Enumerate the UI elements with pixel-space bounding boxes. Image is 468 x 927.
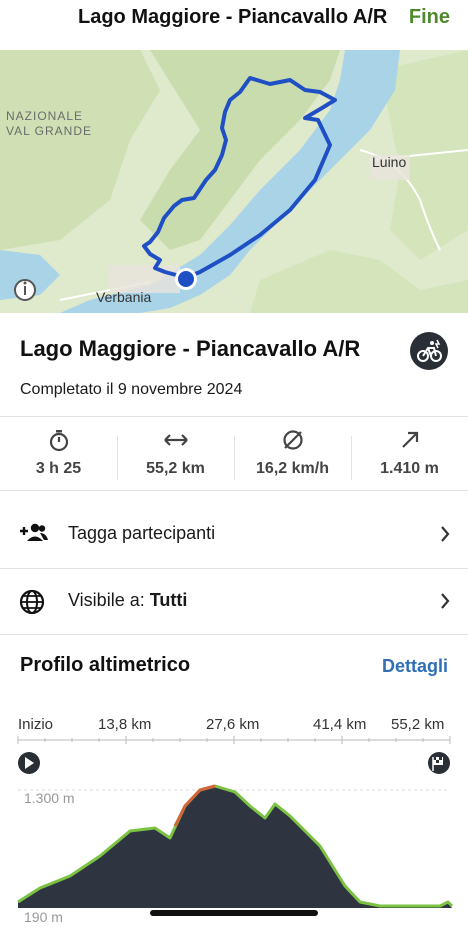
distance-icon — [117, 428, 234, 452]
map-label-luino: Luino — [372, 154, 406, 170]
elevation-profile-header: Profilo altimetrico Dettagli — [0, 646, 468, 686]
axis-tick-label: 41,4 km — [313, 716, 367, 733]
average-speed-icon — [234, 428, 351, 452]
map-label-verbania: Verbania — [96, 289, 151, 305]
visibility-label-text: Visibile a: — [68, 590, 145, 610]
stat-elevation: 1.410 m — [351, 418, 468, 490]
elevation-gain-icon — [351, 428, 468, 452]
y-min-label: 190 m — [24, 909, 63, 925]
chevron-right-icon — [440, 592, 450, 610]
chevron-right-icon — [440, 525, 450, 543]
top-bar: Lago Maggiore - Piancavallo A/R Fine — [0, 0, 468, 50]
globe-icon — [18, 588, 48, 615]
map-label-park: VAL GRANDE — [6, 124, 92, 138]
divider — [0, 490, 468, 491]
stats-row: 3 h 25 55,2 km 16,2 km/h 1.410 m — [0, 418, 468, 490]
axis-tick-label: 13,8 km — [98, 716, 152, 733]
info-icon[interactable] — [14, 279, 36, 301]
details-link[interactable]: Dettagli — [382, 656, 448, 677]
route-map[interactable]: NAZIONALE VAL GRANDE Luino Verbania — [0, 50, 468, 313]
activity-title: Lago Maggiore - Piancavallo A/R — [20, 336, 361, 361]
tag-participants-label: Tagga partecipanti — [68, 523, 216, 543]
stat-duration: 3 h 25 — [0, 418, 117, 490]
visibility-value: Tutti — [149, 590, 188, 610]
stat-speed: 16,2 km/h — [234, 418, 351, 490]
stat-value: 55,2 km — [146, 460, 205, 477]
cycling-badge-icon — [410, 332, 448, 370]
elevation-profile-chart[interactable]: 1.300 m 190 m — [0, 736, 468, 927]
add-people-icon — [18, 521, 48, 547]
distance-axis-labels: Inizio 13,8 km 27,6 km 41,4 km 55,2 km — [0, 716, 468, 736]
visibility-label: Visibile a: Tutti — [68, 590, 187, 611]
axis-tick-label: Inizio — [18, 716, 54, 733]
finish-flag-icon — [428, 752, 450, 774]
divider — [0, 634, 468, 635]
completed-date: Completato il 9 novembre 2024 — [20, 381, 243, 398]
tag-participants-row[interactable]: Tagga partecipanti — [0, 501, 468, 567]
visibility-row[interactable]: Visibile a: Tutti — [0, 568, 468, 634]
y-max-label: 1.300 m — [24, 790, 75, 806]
elevation-area — [18, 786, 452, 908]
stopwatch-icon — [0, 428, 117, 452]
done-button[interactable]: Fine — [409, 6, 450, 29]
start-flag-icon — [18, 752, 40, 774]
home-indicator[interactable] — [150, 910, 318, 916]
axis-tick-label: 27,6 km — [206, 716, 260, 733]
stat-value: 1.410 m — [380, 460, 439, 477]
stat-distance: 55,2 km — [117, 418, 234, 490]
axis-tick-label: 55,2 km — [391, 716, 445, 733]
stat-value: 3 h 25 — [35, 460, 82, 477]
map-label-park: NAZIONALE — [6, 109, 83, 123]
divider — [0, 416, 468, 417]
page-title: Lago Maggiore - Piancavallo A/R — [78, 6, 388, 28]
elevation-profile-title: Profilo altimetrico — [20, 654, 191, 676]
stat-value: 16,2 km/h — [256, 460, 329, 477]
